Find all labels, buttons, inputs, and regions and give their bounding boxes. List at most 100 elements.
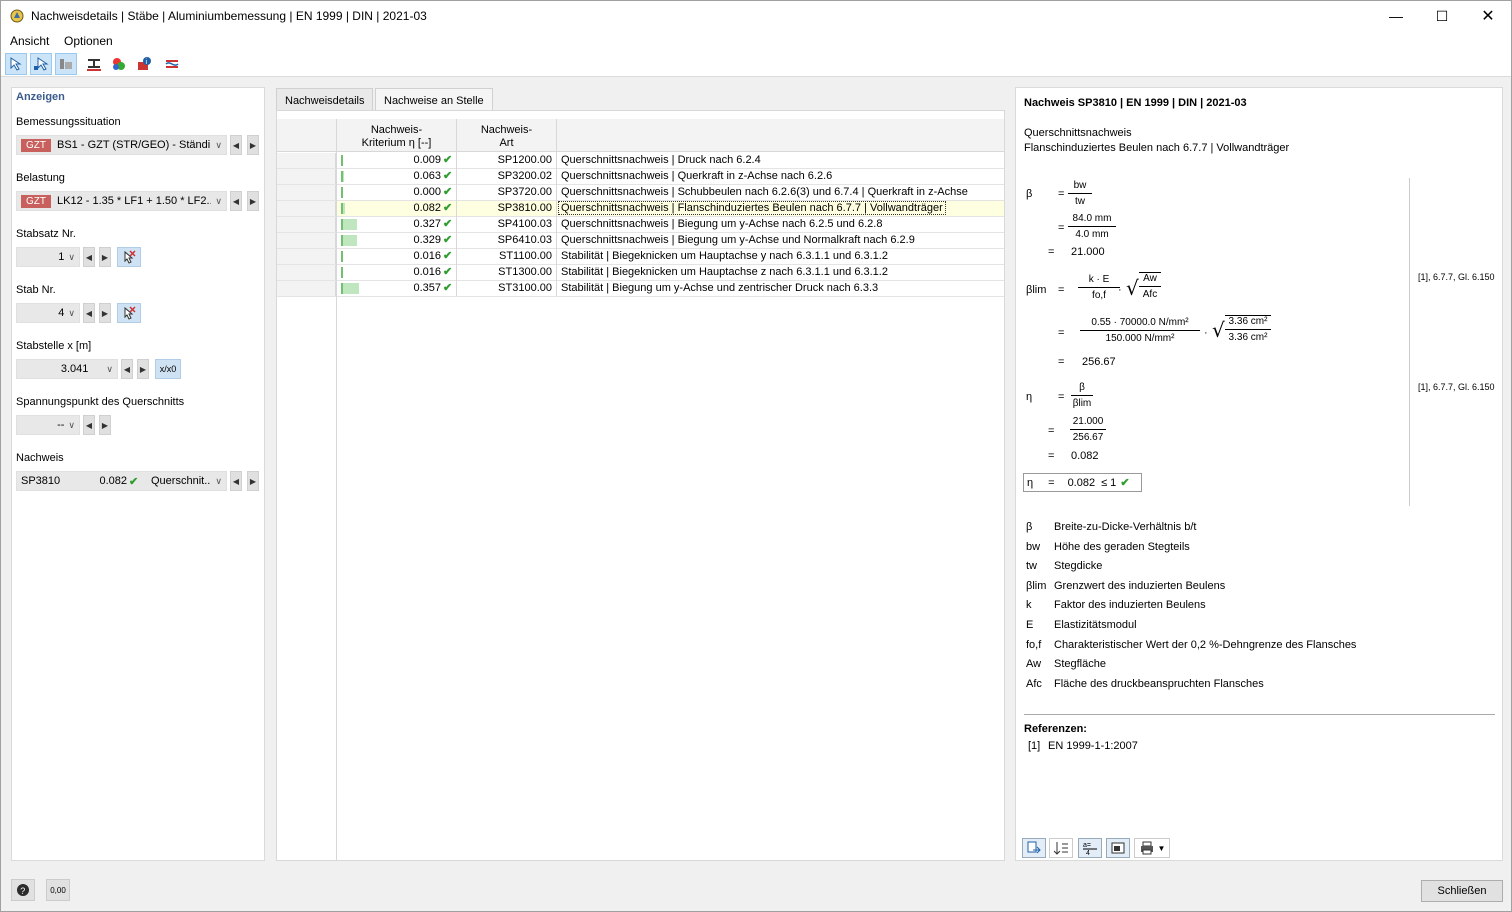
table-row[interactable]: 0.016 ✔ ST1300.00 Stabilität | Biegeknicken…	[277, 265, 1004, 281]
member-set-select[interactable]: 1 ∨	[16, 247, 80, 267]
prev-button[interactable]: ◀	[230, 191, 242, 211]
row-header[interactable]	[277, 281, 336, 296]
table-row[interactable]: 0.357 ✔ ST3100.00 Stabilität | Biegung um y…	[277, 281, 1004, 297]
row-header[interactable]	[277, 233, 336, 248]
prev-button[interactable]: ◀	[83, 247, 95, 267]
loading-select[interactable]: GZT LK12 - 1.35 * LF1 + 1.50 * LF2... ∨	[16, 191, 227, 211]
chevron-down-icon: ∨	[215, 475, 222, 486]
color-scale-icon[interactable]	[108, 53, 130, 75]
prev-button[interactable]: ◀	[83, 303, 95, 323]
tab-nachweise-an-stelle[interactable]: Nachweise an Stelle	[375, 88, 493, 111]
legend-symbol: k	[1026, 599, 1032, 612]
formula-icon[interactable]: a= 4	[1078, 838, 1102, 858]
left-panel: Anzeigen Bemessungssituation GZT BS1 - G…	[11, 87, 265, 861]
show-results-icon[interactable]	[161, 53, 183, 75]
tab-nachweisdetails[interactable]: Nachweisdetails	[276, 88, 374, 111]
column-divider	[336, 152, 337, 860]
beta-lim-values: 0.55 · 70000.0 N/mm² 150.000 N/mm²	[1080, 317, 1200, 344]
check-ok-icon: ✔	[443, 218, 453, 230]
select-set-icon[interactable]	[30, 53, 52, 75]
menu-optionen[interactable]: Optionen	[64, 34, 113, 48]
final-condition: ≤ 1	[1101, 476, 1117, 489]
check-description: Querschnittsnachweis | Flanschinduzierte…	[558, 201, 946, 215]
close-icon[interactable]: ✕	[1465, 1, 1511, 31]
table-row[interactable]: 0.000 ✔ SP3720.00 Querschnittsnachweis | Sc…	[277, 185, 1004, 201]
row-header[interactable]	[277, 249, 336, 264]
next-button[interactable]: ▶	[99, 415, 111, 435]
equals-sign: =	[1058, 188, 1065, 200]
eta-result: 0.082	[1071, 450, 1099, 462]
help-icon[interactable]: ?	[11, 879, 35, 901]
table-row[interactable]: 0.063 ✔ SP3200.02 Querschnittsnachweis | Qu…	[277, 169, 1004, 185]
minimize-icon[interactable]: —	[1373, 1, 1419, 31]
reference-label: [1], 6.7.7, Gl. 6.150	[1418, 272, 1495, 282]
legend-text: Höhe des geraden Stegteils	[1054, 540, 1190, 553]
details-subtitle-2: Flanschinduziertes Beulen nach 6.7.7 | V…	[1024, 142, 1290, 154]
check-select[interactable]: SP3810 0.082 ✔ Querschnit... ∨	[16, 471, 227, 491]
check-description: Stabilität | Biegung um y-Achse und zent…	[561, 282, 879, 294]
next-button[interactable]: ▶	[137, 359, 149, 379]
print-icon[interactable]: ▼	[1134, 838, 1170, 858]
equals-sign: =	[1058, 222, 1065, 234]
section-icon[interactable]	[83, 53, 105, 75]
maximize-icon[interactable]: ☐	[1419, 1, 1465, 31]
table-row[interactable]: 0.329 ✔ SP6410.03 Querschnittsnachweis | Bi…	[277, 233, 1004, 249]
menu-ansicht[interactable]: Ansicht	[10, 34, 49, 48]
check-ok-icon: ✔	[443, 170, 453, 182]
check-description: Querschnittsnachweis | Biegung um y-Achs…	[561, 234, 915, 246]
table-row[interactable]: 0.016 ✔ ST1100.00 Stabilität | Biegeknicken…	[277, 249, 1004, 265]
equals-sign: =	[1048, 450, 1055, 462]
stress-point-label: Spannungspunkt des Querschnitts	[16, 396, 185, 408]
prev-button[interactable]: ◀	[121, 359, 133, 379]
row-header[interactable]	[277, 169, 336, 184]
legend-symbol: bw	[1026, 540, 1041, 553]
member-set-value: 1	[58, 251, 65, 263]
row-header[interactable]	[277, 153, 336, 168]
next-button[interactable]: ▶	[247, 191, 259, 211]
member-select[interactable]: 4 ∨	[16, 303, 80, 323]
select-member-icon[interactable]	[5, 53, 27, 75]
table-row[interactable]: 0.009 ✔ SP1200.00 Querschnittsnachweis | Dr…	[277, 153, 1004, 169]
column-divider	[456, 152, 457, 296]
legend-text: Charakteristischer Wert der 0,2 %-Dehngr…	[1054, 638, 1357, 651]
section-title: Anzeigen	[16, 91, 65, 103]
relative-location-button[interactable]: x/x0	[155, 359, 181, 379]
member-value: 4	[58, 307, 65, 319]
check-ok-icon: ✔	[443, 266, 453, 278]
next-button[interactable]: ▶	[99, 247, 111, 267]
next-button[interactable]: ▶	[247, 135, 259, 155]
window-icon[interactable]	[1106, 838, 1130, 858]
pick-member-button[interactable]	[117, 303, 141, 323]
beta-denominator-value: 4.0 mm	[1075, 229, 1109, 240]
row-header[interactable]	[277, 201, 336, 216]
row-header[interactable]	[277, 185, 336, 200]
times-sign: ·	[1204, 327, 1208, 339]
table-row[interactable]: 0.082 ✔ SP3810.00 Querschnittsnachweis | Fl…	[277, 201, 1004, 217]
pick-member-set-button[interactable]	[117, 247, 141, 267]
svg-text:?: ?	[20, 886, 25, 896]
references-title: Referenzen:	[1024, 723, 1087, 735]
design-situation-select[interactable]: GZT BS1 - GZT (STR/GEO) - Ständi... ∨	[16, 135, 227, 155]
decimal-places-icon[interactable]: 0,00	[46, 879, 70, 901]
next-button[interactable]: ▶	[247, 471, 259, 491]
filter-icon[interactable]	[55, 53, 77, 75]
table-row[interactable]: 0.327 ✔ SP4100.03 Querschnittsnachweis | Bi…	[277, 217, 1004, 233]
close-button[interactable]: Schließen	[1421, 880, 1503, 902]
member-label: Stab Nr.	[16, 284, 56, 296]
legend-text: Grenzwert des induzierten Beulens	[1054, 579, 1226, 592]
sqrt-fraction: Aw Afc	[1139, 272, 1161, 300]
next-button[interactable]: ▶	[99, 303, 111, 323]
location-select[interactable]: 3.041 ∨	[16, 359, 118, 379]
type-column-header[interactable]: Nachweis- Art	[457, 119, 557, 152]
prev-button[interactable]: ◀	[230, 471, 242, 491]
prev-button[interactable]: ◀	[83, 415, 95, 435]
sort-icon[interactable]	[1049, 838, 1073, 858]
ratio-column-header[interactable]: Nachweis- Kriterium η [--]	[337, 119, 457, 152]
prev-button[interactable]: ◀	[230, 135, 242, 155]
info-icon[interactable]: i	[133, 53, 155, 75]
export-icon[interactable]	[1022, 838, 1046, 858]
check-type: Querschnit...	[151, 475, 212, 487]
row-header[interactable]	[277, 265, 336, 280]
row-header[interactable]	[277, 217, 336, 232]
stress-point-select[interactable]: -- ∨	[16, 415, 80, 435]
